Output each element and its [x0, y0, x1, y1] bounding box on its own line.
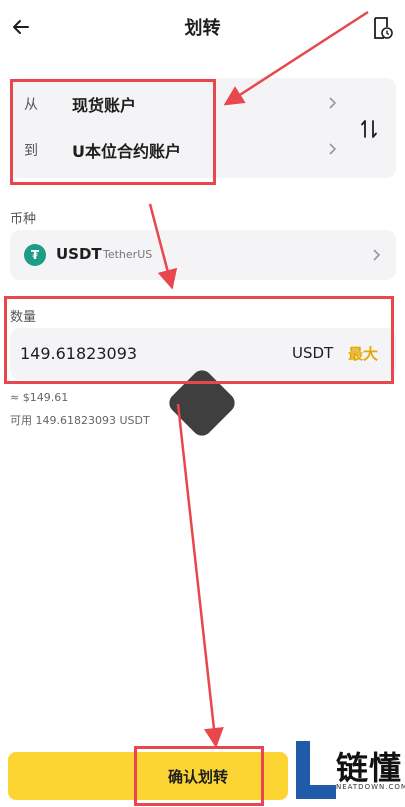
arrow-to-amount — [148, 203, 178, 290]
arrow-to-confirm — [176, 403, 224, 748]
arrow-to-accounts — [223, 10, 369, 106]
annotation-arrows — [148, 10, 369, 748]
